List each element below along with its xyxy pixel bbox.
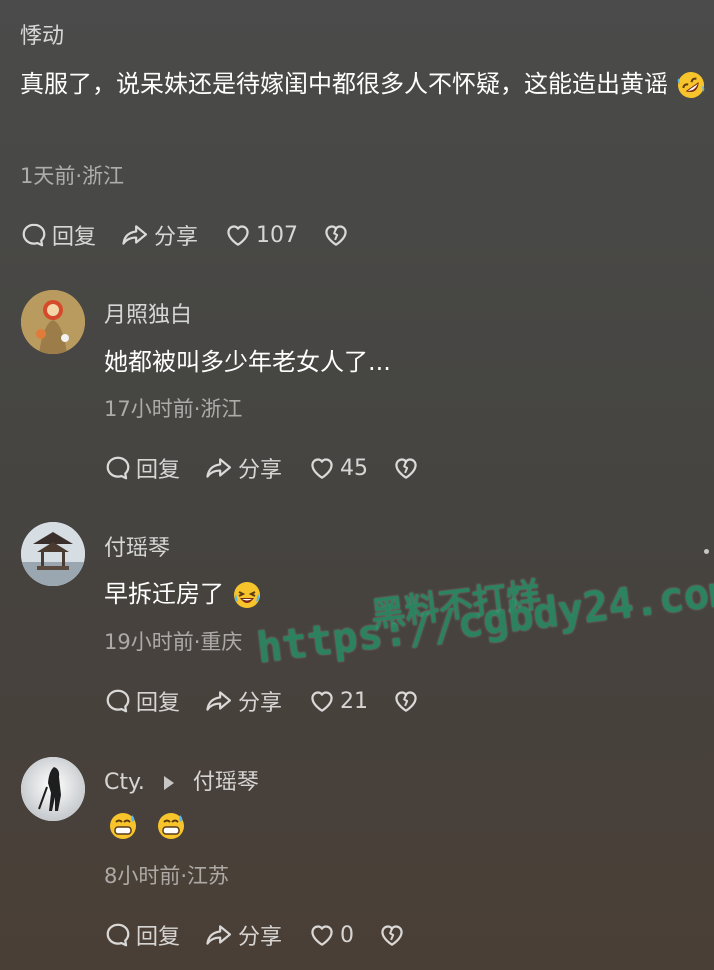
dislike-button[interactable] (322, 221, 350, 249)
reply-text-content: 早拆迁房了 (104, 580, 224, 608)
grinning-sweat-emoji-icon (158, 813, 184, 839)
like-button[interactable]: 107 (224, 221, 298, 249)
comment-meta: 1天前·浙江 (20, 164, 125, 188)
reply-label: 回复 (136, 925, 181, 950)
scroll-indicator[interactable] (704, 549, 709, 554)
comment-bubble-icon (104, 921, 132, 949)
avatar[interactable] (21, 522, 85, 586)
dislike-button[interactable] (378, 921, 406, 949)
reply-meta: 17小时前·浙江 (104, 397, 243, 421)
reply-actions: 回复 分享 21 (104, 685, 420, 717)
share-label: 分享 (238, 458, 283, 483)
broken-heart-icon (378, 921, 406, 949)
laughing-tears-emoji-icon (233, 582, 260, 608)
share-arrow-icon (204, 687, 234, 715)
reply-button[interactable]: 回复 (104, 685, 180, 717)
reply-meta: 19小时前·重庆 (104, 630, 243, 654)
comment-text-content: 真服了，说呆妹还是待嫁闺中都很多人不怀疑，这能造出黄谣 (20, 70, 668, 98)
share-arrow-icon (120, 221, 150, 249)
reply-actions: 回复 分享 45 (104, 452, 420, 484)
share-label: 分享 (238, 925, 283, 950)
like-button[interactable]: 0 (308, 921, 354, 949)
heart-outline-icon (308, 454, 336, 482)
heart-outline-icon (224, 221, 252, 249)
reply-to-author[interactable]: 付瑶琴 (193, 770, 259, 795)
share-label: 分享 (238, 691, 283, 716)
reply-label: 回复 (136, 458, 181, 483)
reply-to-arrow-icon (163, 776, 174, 790)
broken-heart-icon (392, 454, 420, 482)
share-arrow-icon (204, 921, 234, 949)
share-button[interactable]: 分享 (204, 919, 282, 951)
reply-label: 回复 (136, 691, 181, 716)
reply-text: 早拆迁房了 (104, 572, 262, 616)
reply-button[interactable]: 回复 (104, 452, 180, 484)
share-arrow-icon (204, 454, 234, 482)
reply-button[interactable]: 回复 (20, 219, 96, 251)
like-count: 0 (340, 922, 355, 948)
reply-header: Cty. 付瑶琴 (104, 764, 259, 796)
reply-button[interactable]: 回复 (104, 919, 180, 951)
rofl-emoji-icon (677, 72, 704, 98)
reply-author[interactable]: 月照独白 (104, 297, 192, 329)
like-count: 45 (340, 455, 369, 481)
dislike-button[interactable] (392, 687, 420, 715)
share-label: 分享 (154, 225, 199, 250)
comment-author[interactable]: 悸动 (20, 18, 64, 50)
grinning-sweat-emoji-icon (110, 813, 136, 839)
heart-outline-icon (308, 921, 336, 949)
avatar[interactable] (21, 290, 85, 354)
avatar[interactable] (21, 757, 85, 821)
comment-bubble-icon (104, 454, 132, 482)
comment-text: 真服了，说呆妹还是待嫁闺中都很多人不怀疑，这能造出黄谣 (20, 62, 712, 106)
like-button[interactable]: 21 (308, 687, 368, 715)
reply-author[interactable]: Cty. (104, 770, 145, 795)
like-count: 107 (256, 222, 299, 248)
broken-heart-icon (322, 221, 350, 249)
comment-bubble-icon (104, 687, 132, 715)
reply-author[interactable]: 付瑶琴 (104, 530, 170, 562)
avatar-pavilion-icon (21, 522, 85, 586)
dislike-button[interactable] (392, 454, 420, 482)
avatar-figure-icon (21, 757, 85, 821)
like-count: 21 (340, 688, 369, 714)
share-button[interactable]: 分享 (204, 452, 282, 484)
like-button[interactable]: 45 (308, 454, 368, 482)
comment-bubble-icon (20, 221, 48, 249)
reply-meta: 8小时前·江苏 (104, 864, 230, 888)
heart-outline-icon (308, 687, 336, 715)
reply-text: 她都被叫多少年老女人了... (104, 348, 391, 376)
share-button[interactable]: 分享 (204, 685, 282, 717)
broken-heart-icon (392, 687, 420, 715)
reply-actions: 回复 分享 0 (104, 919, 406, 951)
reply-text (108, 810, 186, 842)
reply-label: 回复 (52, 225, 97, 250)
avatar-painting-icon (21, 290, 85, 354)
comment-actions: 回复 分享 107 (20, 219, 350, 251)
share-button[interactable]: 分享 (120, 219, 198, 251)
